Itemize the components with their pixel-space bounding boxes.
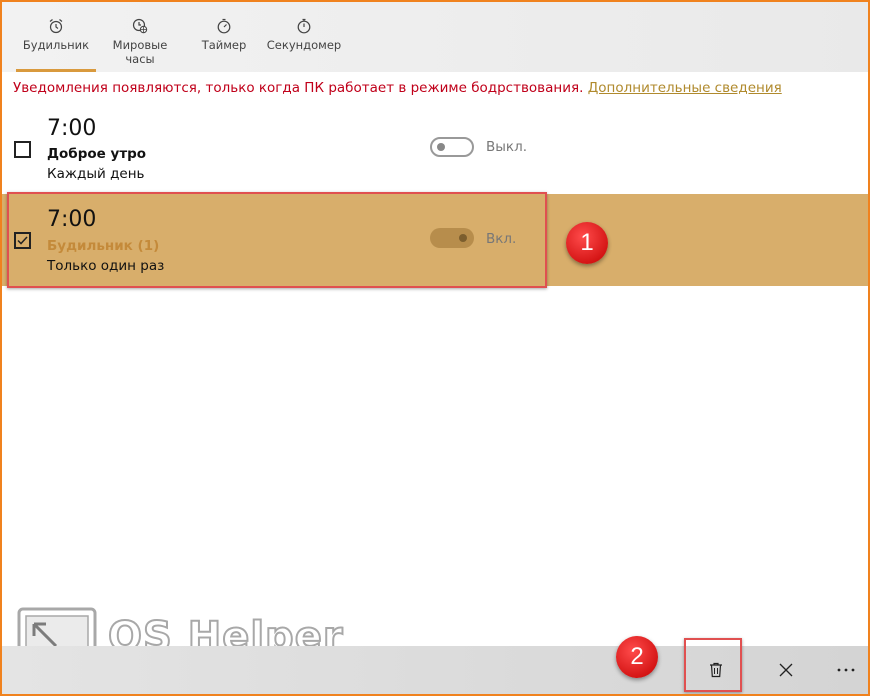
annotation-highlight-1 (7, 192, 547, 288)
more-info-link[interactable]: Дополнительные сведения (588, 80, 782, 96)
toggle-label: Выкл. (486, 139, 527, 155)
alarm-row[interactable]: 7:00 Доброе утро Каждый день Выкл. (2, 104, 868, 196)
close-icon (779, 663, 793, 677)
tab-bar: Будильник Мировые часы Таймер Секундомер (2, 2, 868, 72)
world-clock-icon (132, 18, 148, 34)
tab-timer[interactable]: Таймер (196, 2, 252, 72)
tab-timer-label: Таймер (201, 38, 247, 52)
tab-stopwatch[interactable]: Секундомер (266, 2, 342, 72)
tab-alarm-label: Будильник (22, 38, 90, 52)
alarm-repeat: Каждый день (47, 166, 145, 182)
toggle-knob (437, 143, 445, 151)
tab-stopwatch-label: Секундомер (266, 38, 342, 52)
app-window: Будильник Мировые часы Таймер Секундомер… (0, 0, 870, 696)
alarm-checkbox[interactable] (14, 141, 31, 158)
timer-icon (217, 18, 231, 34)
stopwatch-icon (297, 18, 311, 34)
alarm-clock-icon (49, 19, 63, 34)
more-button[interactable] (824, 646, 868, 694)
annotation-highlight-2 (684, 638, 742, 692)
annotation-badge-2: 2 (616, 636, 658, 678)
alarm-toggle[interactable] (430, 137, 474, 157)
tab-world-clock[interactable]: Мировые часы (98, 2, 182, 72)
notice-text: Уведомления появляются, только когда ПК … (13, 80, 584, 96)
tab-alarm[interactable]: Будильник (16, 2, 96, 72)
alarm-name: Доброе утро (47, 146, 147, 162)
tab-world-clock-label: Мировые часы (112, 38, 168, 66)
notice-message: Уведомления появляются, только когда ПК … (13, 80, 782, 96)
more-icon (837, 668, 855, 672)
annotation-badge-1: 1 (566, 222, 608, 264)
alarm-time: 7:00 (47, 116, 97, 141)
cancel-button[interactable] (764, 646, 808, 694)
